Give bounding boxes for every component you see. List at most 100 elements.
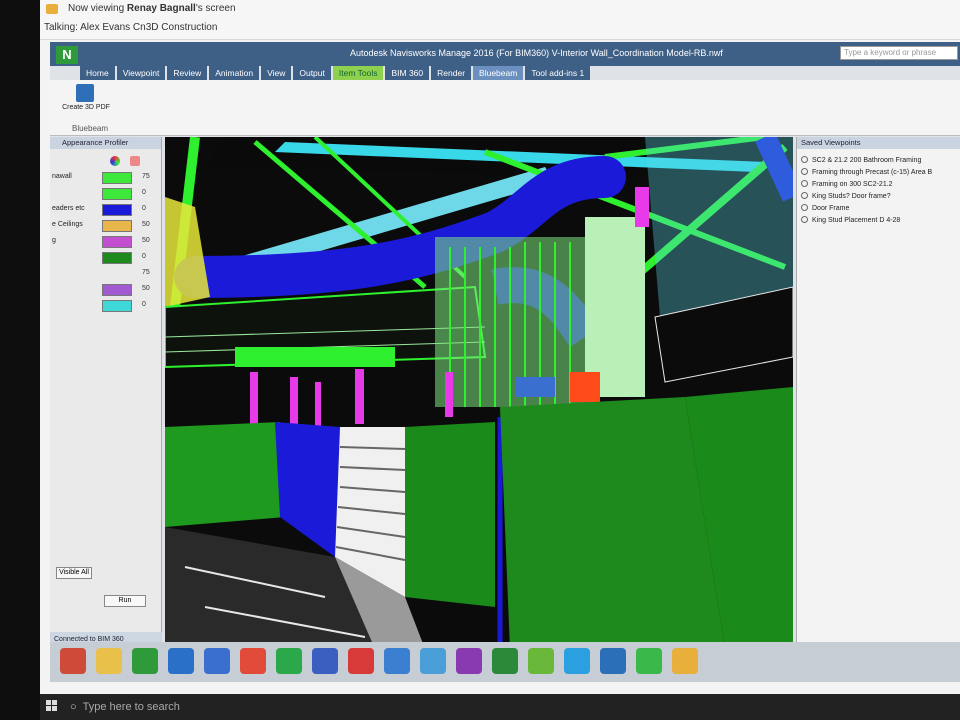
color-swatch[interactable]	[102, 236, 132, 248]
bluebeam-task-icon[interactable]	[528, 648, 554, 674]
tab-bim-360[interactable]: BIM 360	[385, 66, 430, 80]
tab-tool-add-ins-1[interactable]: Tool add-ins 1	[525, 66, 591, 80]
profiler-footer: Visible All Run	[50, 567, 162, 637]
viewpoint-icon	[801, 204, 808, 211]
color-swatch[interactable]	[102, 220, 132, 232]
color-swatch[interactable]	[102, 204, 132, 216]
profiler-row[interactable]: 50	[50, 283, 162, 297]
profiler-row[interactable]: eaders etc 0	[50, 203, 162, 217]
profiler-row[interactable]: 0	[50, 299, 162, 313]
windows-search-input[interactable]: Type here to search	[70, 698, 270, 716]
folder-task-icon[interactable]	[96, 648, 122, 674]
windows-logo-icon[interactable]	[46, 700, 58, 712]
monitor-screen: Now viewing Renay Bagnall's screen Talki…	[40, 0, 960, 700]
title-bar: N Autodesk Navisworks Manage 2016 (For B…	[50, 42, 960, 66]
tab-bluebeam[interactable]: Bluebeam	[473, 66, 524, 80]
browser-task-icon[interactable]	[240, 648, 266, 674]
profiler-row[interactable]: 75	[50, 267, 162, 281]
profiler-row-label: g	[52, 237, 56, 244]
sharepoint-task-icon[interactable]	[600, 648, 626, 674]
viewpoint-list: SC2 & 21.2 200 Bathroom Framing Framing t…	[801, 155, 957, 227]
navisworks-logo-icon[interactable]: N	[56, 46, 78, 64]
color-swatch[interactable]	[102, 172, 132, 184]
run-button[interactable]: Run	[104, 595, 146, 607]
chrome2-task-icon[interactable]	[420, 648, 446, 674]
profiler-row-label: eaders etc	[52, 205, 85, 212]
saved-viewpoints-title: Saved Viewpoints	[797, 137, 960, 149]
excel-task-icon[interactable]	[492, 648, 518, 674]
profiler-row[interactable]: 0	[50, 251, 162, 265]
appearance-profiler-title: Appearance Profiler	[50, 137, 161, 149]
vent-box	[515, 377, 555, 397]
screen-share-bar: Now viewing Renay Bagnall's screen Talki…	[40, 0, 960, 40]
navisworks-window: N Autodesk Navisworks Manage 2016 (For B…	[50, 42, 960, 682]
outlook-task-icon[interactable]	[168, 648, 194, 674]
green-deck-edge	[235, 347, 395, 367]
color-wheel-icon[interactable]	[110, 156, 120, 166]
viewpoint-icon	[801, 156, 808, 163]
viewpoint-item[interactable]: Door Frame	[801, 203, 957, 215]
tab-output[interactable]: Output	[293, 66, 331, 80]
viewpoint-label: Door Frame	[812, 205, 850, 212]
transparency-value: 75	[142, 269, 150, 276]
tab-item-tools[interactable]: Item Tools	[332, 66, 384, 80]
tab-review[interactable]: Review	[167, 66, 208, 80]
color-swatch[interactable]	[102, 284, 132, 296]
color-swatch[interactable]	[102, 300, 132, 312]
share-viewing-prefix: Now viewing	[68, 3, 125, 14]
viewpoint-icon	[801, 216, 808, 223]
viewpoint-item[interactable]: Framing on 300 SC2-21.2	[801, 179, 957, 191]
window-title: Autodesk Navisworks Manage 2016 (For BIM…	[350, 48, 723, 58]
transparency-value: 50	[142, 221, 150, 228]
chrome-task-icon[interactable]	[60, 648, 86, 674]
palette-tools	[110, 153, 150, 167]
app-task-icon[interactable]	[672, 648, 698, 674]
viewpoint-label: King Studs? Door frame?	[812, 193, 891, 200]
autocad-task-icon[interactable]	[348, 648, 374, 674]
tab-view[interactable]: View	[261, 66, 292, 80]
viewpoint-item[interactable]: Framing through Precast (c-15) Area B	[801, 167, 957, 179]
help-search-input[interactable]: Type a keyword or phrase	[840, 46, 958, 60]
tab-viewpoint[interactable]: Viewpoint	[116, 66, 166, 80]
viewpoint-item[interactable]: King Studs? Door frame?	[801, 191, 957, 203]
share-viewing-name: Renay Bagnall	[126, 3, 196, 14]
create-3d-pdf-label: Create 3D PDF	[62, 104, 110, 111]
orange-box	[570, 372, 600, 402]
profiler-row[interactable]: g 50	[50, 235, 162, 249]
transparency-value: 50	[142, 285, 150, 292]
tab-home[interactable]: Home	[80, 66, 115, 80]
profiler-row[interactable]: nawall 75	[50, 171, 162, 185]
profiler-row[interactable]: 0	[50, 187, 162, 201]
tab-animation[interactable]: Animation	[209, 66, 260, 80]
revit-task-icon[interactable]	[312, 648, 338, 674]
transparency-value: 75	[142, 173, 150, 180]
saved-viewpoints-panel: Saved Viewpoints SC2 & 21.2 200 Bathroom…	[796, 137, 960, 649]
viewpoint-icon	[801, 192, 808, 199]
ribbon-group-label: Bluebeam	[71, 124, 109, 133]
navisworks-task-icon[interactable]	[132, 648, 158, 674]
visible-all-button[interactable]: Visible All	[56, 567, 92, 579]
create-3d-pdf-button[interactable]: Create 3D PDF	[56, 82, 116, 122]
autodesk-task-icon[interactable]	[384, 648, 410, 674]
viewpoint-item[interactable]: King Stud Placement D 4-28	[801, 215, 957, 227]
color-swatch[interactable]	[102, 252, 132, 264]
share-icon	[46, 4, 58, 14]
viewpoint-label: King Stud Placement D 4-28	[812, 217, 901, 224]
3d-viewport[interactable]	[165, 137, 793, 649]
onenote-task-icon[interactable]	[456, 648, 482, 674]
navis-green-task-icon[interactable]	[276, 648, 302, 674]
color-swatch[interactable]	[102, 188, 132, 200]
spotify-task-icon[interactable]	[636, 648, 662, 674]
skype-task-icon[interactable]	[564, 648, 590, 674]
m-app-task-icon[interactable]	[204, 648, 230, 674]
share-viewing-suffix: 's screen	[195, 3, 236, 14]
tab-render[interactable]: Render	[431, 66, 472, 80]
photo-stage: Now viewing Renay Bagnall's screen Talki…	[0, 0, 960, 720]
viewpoint-item[interactable]: SC2 & 21.2 200 Bathroom Framing	[801, 155, 957, 167]
profiler-row-label: nawall	[52, 173, 72, 180]
pdf-icon	[76, 84, 94, 102]
profiler-row[interactable]: e Ceilings 50	[50, 219, 162, 233]
swatch-tool-icon[interactable]	[130, 156, 140, 166]
windows-taskbar	[50, 642, 960, 682]
share-viewing-text: Now viewing Renay Bagnall's screen	[68, 3, 236, 14]
